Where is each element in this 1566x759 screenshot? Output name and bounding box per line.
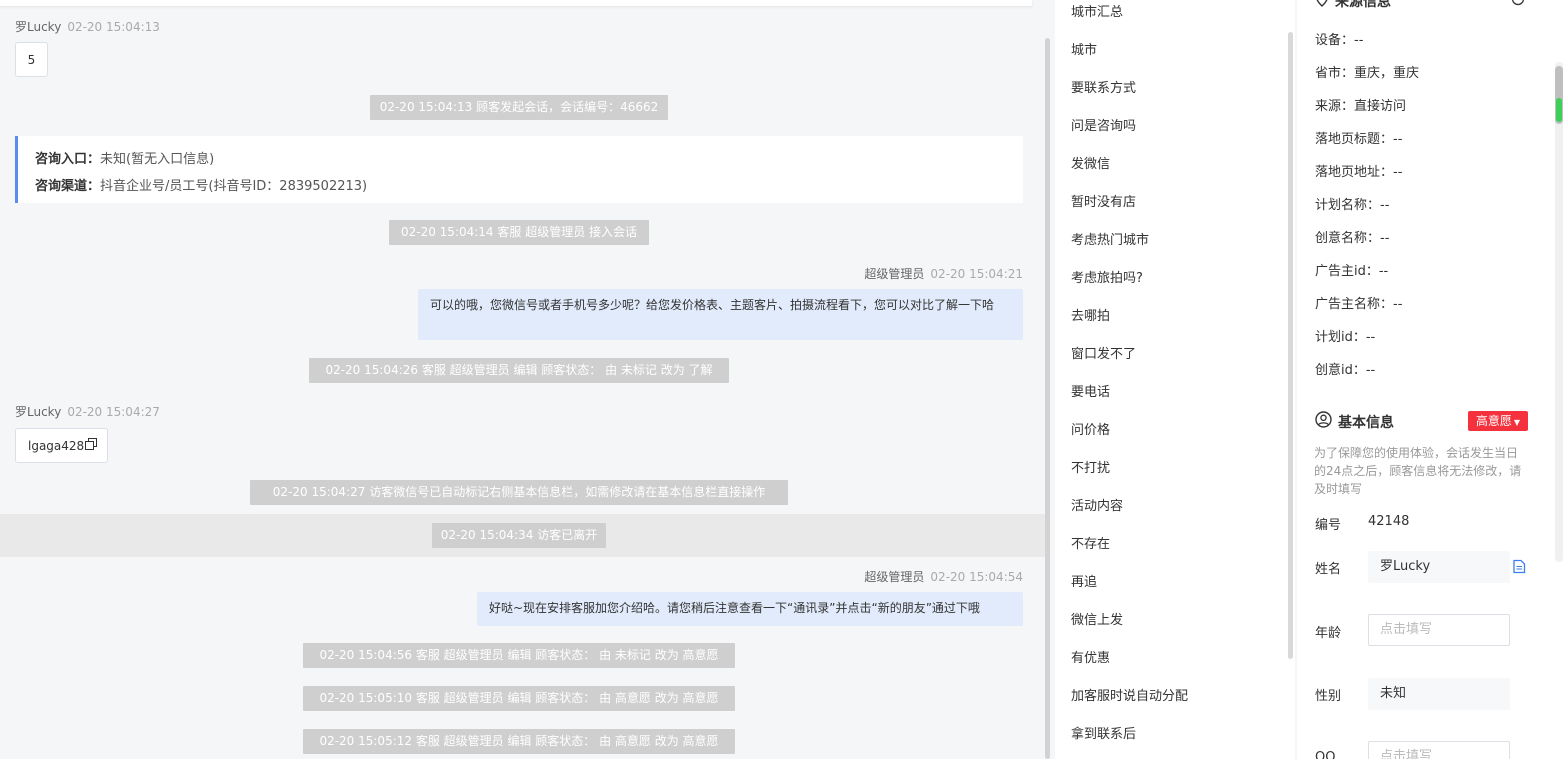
quick-reply-scrollbar[interactable] <box>1288 32 1293 659</box>
outgoing-bubble[interactable]: 好哒~现在安排客服加您介绍哈。请您稍后注意查看一下“通讯录”并点击“新的朋友”通… <box>477 592 1023 626</box>
quick-reply-item[interactable]: 窗口发不了 <box>1071 345 1136 365</box>
scroll-indicator <box>1556 98 1562 122</box>
entry-info-card: 咨询入口：未知(暂无入口信息) 咨询渠道：抖音企业号/员工号(抖音号ID：283… <box>15 136 1023 203</box>
quick-reply-item[interactable]: 发微信 <box>1071 155 1110 175</box>
sender-name: 超级管理员 <box>864 570 925 584</box>
message-text: 可以的哦，您微信号或者手机号多少呢？给您发价格表、主题客片、拍摄流程看下，您可以… <box>430 298 995 312</box>
outgoing-bubble[interactable]: 可以的哦，您微信号或者手机号多少呢？给您发价格表、主题客片、拍摄流程看下，您可以… <box>418 289 1023 340</box>
section-title-text: 来源信息 <box>1335 0 1391 10</box>
source-row-plan-name: 计划名称：-- <box>1315 198 1390 213</box>
quick-reply-item[interactable]: 去哪拍 <box>1071 307 1110 327</box>
qq-input[interactable]: 点击填写 <box>1368 741 1510 759</box>
name-label: 姓名 <box>1315 562 1342 577</box>
system-notice: 02-20 15:04:56 客服 超级管理员 编辑 顾客状态： 由 未标记 改… <box>303 643 735 668</box>
quick-reply-item[interactable]: 问价格 <box>1071 421 1110 441</box>
message-sender: 罗Lucky 02-20 15:04:27 <box>15 403 160 420</box>
message-text: 好哒~现在安排客服加您介绍哈。请您稍后注意查看一下“通讯录”并点击“新的朋友”通… <box>489 601 980 615</box>
quick-reply-item[interactable]: 城市 <box>1071 41 1097 61</box>
sender-name: 罗Lucky <box>15 405 62 419</box>
section-title-text: 基本信息 <box>1338 414 1394 431</box>
gender-select[interactable]: 未知 <box>1368 678 1510 710</box>
id-label: 编号 <box>1315 518 1342 533</box>
basic-section-header: 基本信息 <box>1315 411 1394 432</box>
message-time: 02-20 15:04:21 <box>930 267 1023 281</box>
message-text: lgaga428 <box>28 438 85 453</box>
message-sender: 罗Lucky 02-20 15:04:13 <box>15 18 160 35</box>
quick-reply-item[interactable]: 活动内容 <box>1071 497 1123 517</box>
source-row-plan-id: 计划id：-- <box>1315 330 1376 345</box>
qq-label: QQ <box>1315 750 1336 759</box>
chat-top-bar <box>0 0 1032 6</box>
caret-down-icon: ▼ <box>1513 418 1521 427</box>
source-row-landing-url: 落地页地址：-- <box>1315 165 1403 180</box>
refresh-icon[interactable] <box>1511 0 1525 10</box>
info-scrollbar-track[interactable] <box>1555 62 1563 562</box>
message-time: 02-20 15:04:13 <box>67 20 160 34</box>
user-circle-icon <box>1315 411 1332 432</box>
system-notice: 02-20 15:04:27 访客微信号已自动标记右侧基本信息栏，如需修改请在基… <box>250 480 788 505</box>
source-row-creative-name: 创意名称：-- <box>1315 231 1390 246</box>
copy-icon[interactable] <box>1512 559 1526 578</box>
source-section-header: 来源信息 <box>1315 0 1391 11</box>
quick-reply-item[interactable]: 不打扰 <box>1071 459 1110 479</box>
gender-label: 性别 <box>1315 689 1342 704</box>
customer-info-panel: 来源信息 设备：-- 省市：重庆，重庆 来源：直接访问 落地页标题：-- 落地页… <box>1297 0 1566 759</box>
system-notice: 02-20 15:05:12 客服 超级管理员 编辑 顾客状态： 由 高意愿 改… <box>303 729 735 754</box>
system-notice: 02-20 15:04:14 客服 超级管理员 接入会话 <box>389 220 649 245</box>
age-label: 年龄 <box>1315 626 1342 641</box>
quick-reply-item[interactable]: 暂时没有店 <box>1071 193 1136 213</box>
source-row-creative-id: 创意id：-- <box>1315 363 1376 378</box>
source-row-advertiser-id: 广告主id：-- <box>1315 264 1389 279</box>
incoming-bubble[interactable]: lgaga428 <box>15 428 108 463</box>
message-time: 02-20 15:04:27 <box>67 405 160 419</box>
sender-name: 超级管理员 <box>864 267 925 281</box>
message-sender: 超级管理员 02-20 15:04:54 <box>864 568 1023 585</box>
quick-reply-item[interactable]: 要联系方式 <box>1071 79 1136 99</box>
entry-row: 咨询入口：未知(暂无入口信息) <box>35 152 215 167</box>
message-sender: 超级管理员 02-20 15:04:21 <box>864 265 1023 282</box>
quick-reply-item[interactable]: 城市汇总 <box>1071 3 1123 23</box>
source-row-origin: 来源：直接访问 <box>1315 99 1407 114</box>
location-pin-icon <box>1315 0 1329 11</box>
quick-reply-item[interactable]: 不存在 <box>1071 535 1110 555</box>
channel-row: 咨询渠道：抖音企业号/员工号(抖音号ID：2839502213) <box>35 179 368 194</box>
quick-reply-item[interactable]: 再追 <box>1071 573 1097 593</box>
incoming-bubble[interactable]: 5 <box>15 42 48 77</box>
source-row-device: 设备：-- <box>1315 33 1364 48</box>
intent-status-dropdown[interactable]: 高意愿 ▼ <box>1468 411 1528 431</box>
quick-reply-item[interactable]: 问是咨询吗 <box>1071 117 1136 137</box>
edit-hint: 为了保障您的使用体验，会话发生当日的24点之后，顾客信息将无法修改，请及时填写 <box>1314 446 1522 496</box>
quick-reply-item[interactable]: 考虑热门城市 <box>1071 231 1149 251</box>
chat-scrollbar[interactable] <box>1045 38 1050 759</box>
source-row-landing-title: 落地页标题：-- <box>1315 132 1403 147</box>
system-notice: 02-20 15:04:13 顾客发起会话，会话编号：46662 <box>370 95 668 120</box>
message-text: 5 <box>27 52 36 67</box>
message-time: 02-20 15:04:54 <box>930 570 1023 584</box>
quick-reply-item[interactable]: 微信上发 <box>1071 611 1123 631</box>
system-notice: 02-20 15:05:10 客服 超级管理员 编辑 顾客状态： 由 高意愿 改… <box>303 686 735 711</box>
system-notice: 02-20 15:04:34 访客已离开 <box>432 523 606 548</box>
quick-reply-list: 城市汇总 城市 要联系方式 问是咨询吗 发微信 暂时没有店 考虑热门城市 考虑旅… <box>1055 0 1295 759</box>
chat-pane: 罗Lucky 02-20 15:04:13 5 02-20 15:04:13 顾客… <box>0 0 1050 759</box>
quick-reply-item[interactable]: 有优惠 <box>1071 649 1110 669</box>
name-field[interactable]: 罗Lucky <box>1368 551 1510 583</box>
age-input[interactable]: 点击填写 <box>1368 614 1510 646</box>
quick-reply-item[interactable]: 考虑旅拍吗? <box>1071 269 1143 289</box>
source-row-city: 省市：重庆，重庆 <box>1315 66 1420 81</box>
sender-name: 罗Lucky <box>15 20 62 34</box>
id-value: 42148 <box>1368 514 1410 529</box>
quick-reply-item[interactable]: 要电话 <box>1071 383 1110 403</box>
copy-icon[interactable] <box>85 438 98 453</box>
source-row-advertiser-name: 广告主名称：-- <box>1315 297 1403 312</box>
quick-reply-item[interactable]: 拿到联系后 <box>1071 725 1136 745</box>
quick-reply-item[interactable]: 加客服时说自动分配 <box>1071 687 1188 707</box>
intent-label: 高意愿 <box>1475 414 1512 428</box>
system-notice: 02-20 15:04:26 客服 超级管理员 编辑 顾客状态： 由 未标记 改… <box>309 358 729 383</box>
